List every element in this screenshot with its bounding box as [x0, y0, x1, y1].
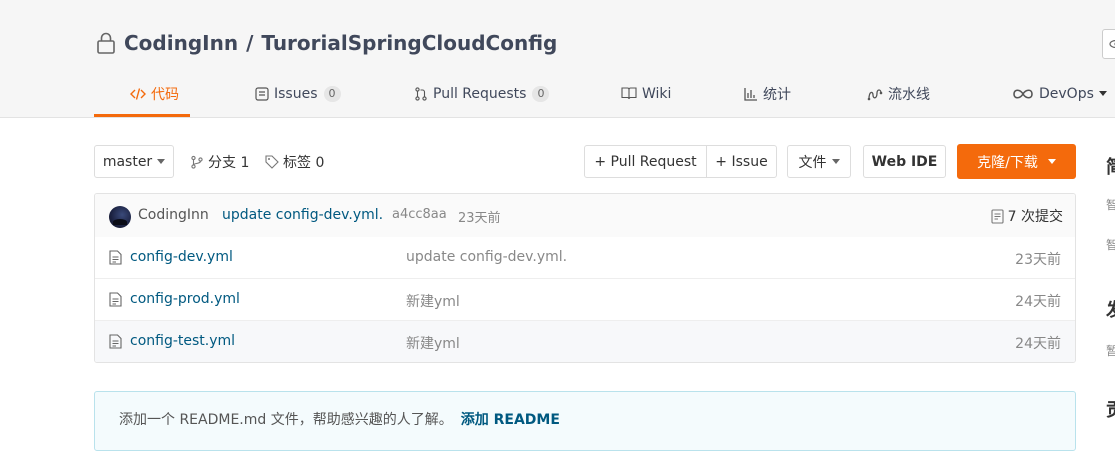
new-issue-button[interactable]: + Issue: [706, 145, 777, 178]
chevron-down-icon: [1047, 159, 1056, 164]
tab-wiki[interactable]: Wiki: [621, 70, 671, 117]
tab-code[interactable]: 代码: [130, 70, 179, 117]
file-name-link[interactable]: config-test.yml: [130, 333, 235, 349]
file-icon: [109, 250, 122, 265]
commit-sha[interactable]: a4cc8aa: [392, 207, 447, 222]
pipeline-icon: [867, 87, 883, 101]
readme-notice: 添加一个 README.md 文件，帮助感兴趣的人了解。 添加 README: [94, 391, 1076, 451]
repo-separator: /: [246, 31, 254, 55]
sidebar-text: 智: [1106, 238, 1115, 252]
clone-download-label: 克隆/下载: [977, 154, 1038, 171]
active-tab-indicator: [94, 114, 190, 117]
branch-select[interactable]: master: [94, 145, 174, 178]
watch-button[interactable]: [1102, 29, 1115, 59]
chevron-down-icon: [157, 159, 166, 164]
file-commit-message[interactable]: 新建yml: [406, 333, 460, 353]
sidebar-text: 智: [1106, 198, 1115, 212]
tab-pipeline[interactable]: 流水线: [867, 70, 930, 117]
repo-owner-link[interactable]: CodingInn: [124, 31, 238, 55]
lock-icon: [97, 32, 115, 54]
tag-icon: [265, 154, 279, 169]
readme-notice-text: 添加一个 README.md 文件，帮助感兴趣的人了解。: [119, 412, 453, 428]
repo-header: CodingInn / TurorialSpringCloudConfig 代码…: [0, 0, 1115, 118]
tab-stats[interactable]: 统计: [744, 70, 791, 117]
file-commit-time: 23天前: [1015, 252, 1061, 268]
sidebar-heading: 发: [1106, 296, 1115, 322]
branch-select-label: master: [102, 153, 153, 170]
tab-stats-label: 统计: [763, 86, 791, 103]
branch-icon: [191, 155, 203, 169]
repo-title: CodingInn / TurorialSpringCloudConfig: [94, 30, 557, 56]
new-issue-label: + Issue: [715, 153, 768, 170]
commits-count-link[interactable]: 7 次提交: [991, 206, 1063, 226]
tags-label: 标签 0: [283, 154, 325, 171]
pull-requests-count-badge: 0: [532, 85, 550, 102]
clone-download-button[interactable]: 克隆/下载: [957, 144, 1076, 179]
commit-time: 23天前: [458, 211, 501, 226]
new-pull-request-label: + Pull Request: [594, 153, 697, 170]
web-ide-button[interactable]: Web IDE: [863, 145, 946, 178]
repo-tabs: 代码 Issues 0 Pull Requests 0 Wiki 统计 流水线 …: [94, 70, 1115, 117]
branches-link[interactable]: 分支 1: [190, 145, 249, 178]
eye-icon: [1109, 39, 1115, 49]
file-commit-message[interactable]: 新建yml: [406, 291, 460, 311]
commits-count-label: 7 次提交: [1007, 209, 1063, 225]
sidebar-heading: 简: [1106, 153, 1115, 179]
tab-code-label: 代码: [151, 86, 179, 103]
table-row: config-test.yml 新建yml 24天前: [95, 321, 1075, 362]
file-icon: [109, 292, 122, 307]
document-icon: [991, 208, 1004, 224]
tab-pull-requests-label: Pull Requests: [433, 85, 527, 102]
bar-chart-icon: [744, 87, 758, 101]
tab-pipeline-label: 流水线: [888, 86, 930, 103]
file-menu-label: 文件: [798, 154, 827, 171]
web-ide-label: Web IDE: [871, 153, 938, 170]
file-menu-button[interactable]: 文件: [787, 145, 851, 178]
code-icon: [130, 87, 146, 101]
add-readme-link[interactable]: 添加 README: [461, 412, 560, 428]
sidebar-heading: 贡: [1106, 396, 1115, 422]
chevron-down-icon: [831, 159, 840, 164]
chevron-down-icon: [1098, 91, 1107, 96]
table-row: config-prod.yml 新建yml 24天前: [95, 279, 1075, 321]
sidebar-text: 暂: [1106, 344, 1115, 358]
infinity-icon: [1012, 88, 1034, 100]
tab-wiki-label: Wiki: [642, 85, 672, 102]
book-icon: [621, 87, 637, 100]
file-commit-time: 24天前: [1015, 294, 1061, 310]
file-commit-time: 24天前: [1015, 336, 1061, 352]
tab-issues-label: Issues: [274, 85, 318, 102]
repo-name-link[interactable]: TurorialSpringCloudConfig: [261, 31, 557, 55]
readme-notice-text-wrap: 添加一个 README.md 文件，帮助感兴趣的人了解。 添加 README: [119, 409, 560, 429]
avatar[interactable]: [109, 206, 131, 228]
tags-link[interactable]: 标签 0: [265, 145, 324, 178]
file-name-link[interactable]: config-dev.yml: [130, 249, 233, 265]
commit-message[interactable]: update config-dev.yml.: [222, 207, 383, 223]
tab-devops-label: DevOps: [1039, 85, 1094, 102]
tab-issues[interactable]: Issues 0: [255, 70, 341, 117]
file-icon: [109, 334, 122, 349]
file-list: CodingInn update config-dev.yml. a4cc8aa…: [94, 193, 1076, 363]
table-row: config-dev.yml update config-dev.yml. 23…: [95, 237, 1075, 279]
file-commit-message[interactable]: update config-dev.yml.: [406, 249, 567, 265]
commit-author[interactable]: CodingInn: [138, 207, 209, 223]
issues-count-badge: 0: [323, 85, 341, 102]
branches-label: 分支 1: [208, 154, 250, 171]
new-pull-request-button[interactable]: + Pull Request: [584, 145, 707, 178]
pull-request-icon: [414, 86, 428, 101]
repo-toolbar: master 分支 1 标签 0 + Pull Request + Issue …: [94, 144, 1076, 181]
tab-devops[interactable]: DevOps: [1012, 70, 1107, 117]
last-commit-bar: CodingInn update config-dev.yml. a4cc8aa…: [95, 194, 1075, 238]
file-name-link[interactable]: config-prod.yml: [130, 291, 240, 307]
issues-icon: [255, 86, 269, 101]
tab-pull-requests[interactable]: Pull Requests 0: [414, 70, 550, 117]
